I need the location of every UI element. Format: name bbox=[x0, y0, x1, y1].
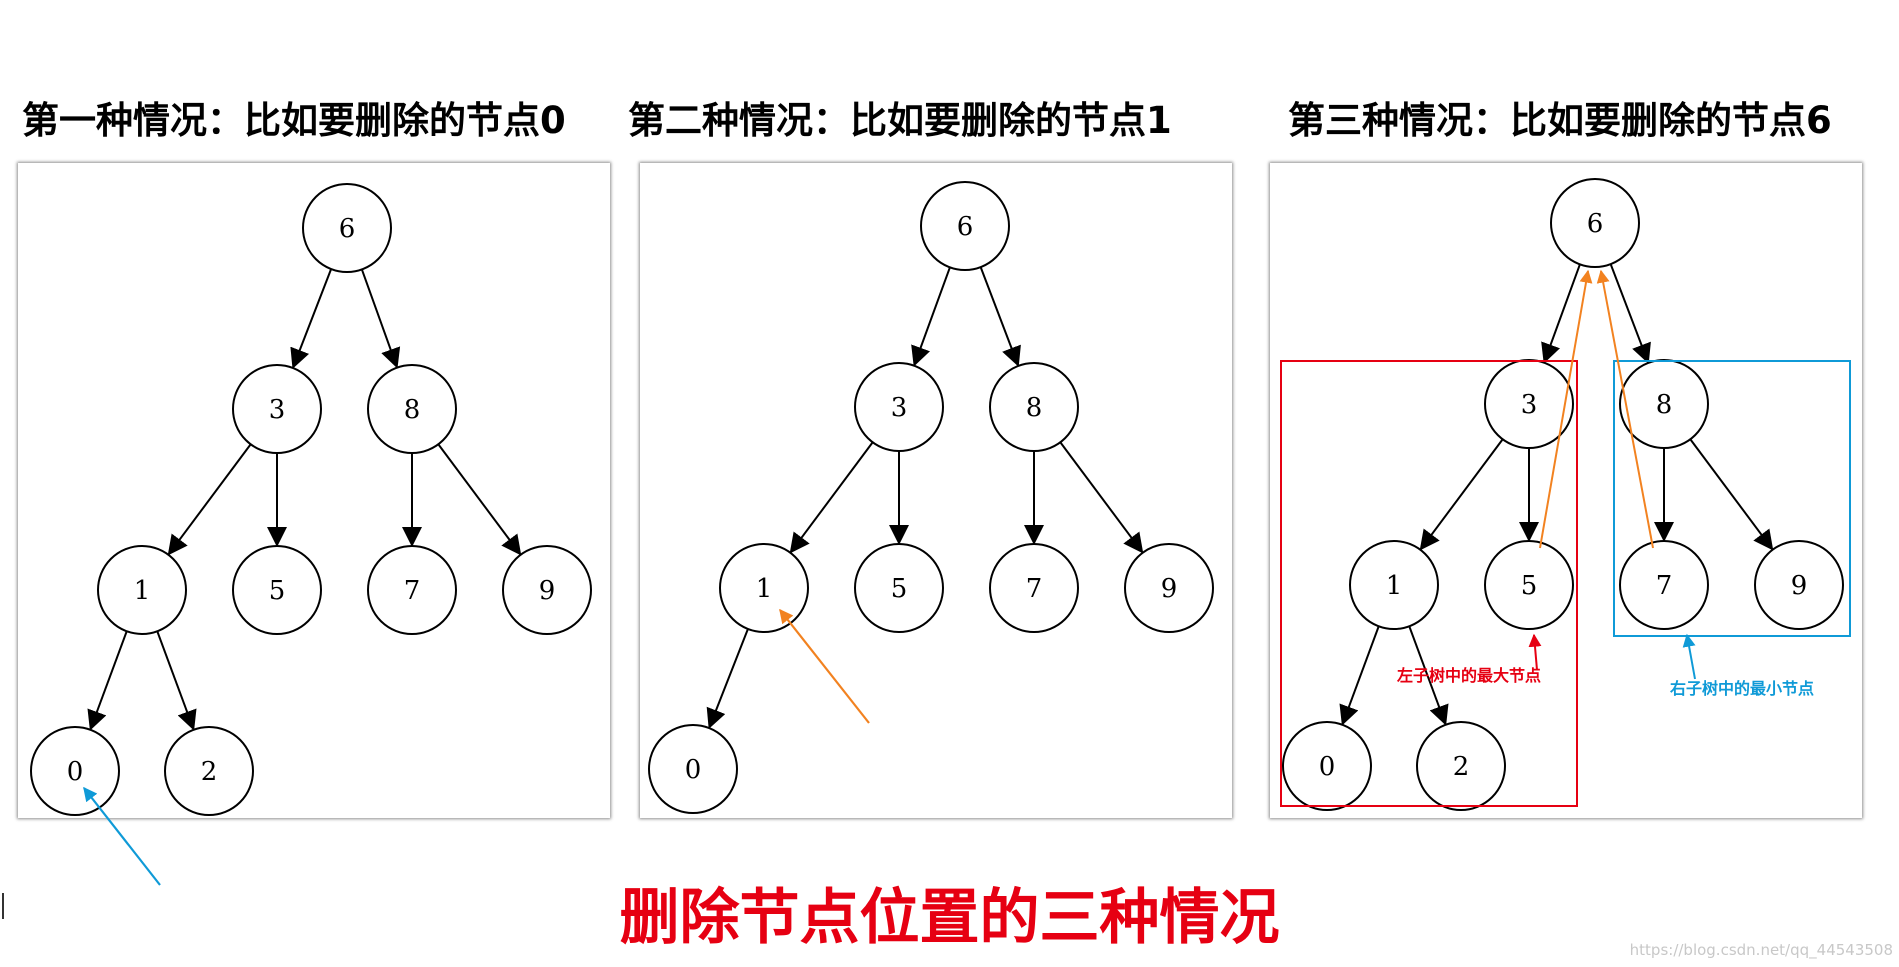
node-label: 1 bbox=[134, 576, 151, 606]
case-title-3: 第三种情况：比如要删除的节点6 bbox=[1288, 99, 1832, 142]
tree-panel-1: 6 3 8 1 5 7 9 0 2 bbox=[18, 163, 610, 886]
tree-node-6: 6 bbox=[920, 181, 1010, 271]
node-label: 3 bbox=[269, 395, 286, 425]
node-label: 0 bbox=[1319, 752, 1336, 782]
tree-node-8: 8 bbox=[989, 362, 1079, 452]
node-label: 9 bbox=[539, 576, 556, 606]
edge-6-8 bbox=[979, 266, 1021, 367]
node-label: 5 bbox=[891, 574, 908, 604]
tree-node-1: 1 bbox=[1349, 540, 1439, 630]
tree-node-5: 5 bbox=[1484, 540, 1574, 630]
watermark: https://blog.csdn.net/qq_44543508 bbox=[1629, 941, 1893, 959]
node-label: 6 bbox=[957, 212, 974, 242]
target-pointer-arrow bbox=[779, 608, 870, 724]
tree-node-2: 2 bbox=[164, 726, 254, 816]
tree-node-0: 0 bbox=[1282, 721, 1372, 811]
node-label: 0 bbox=[685, 755, 702, 785]
node-label: 8 bbox=[1026, 393, 1043, 423]
tree-node-0: 0 bbox=[30, 726, 120, 816]
node-label: 8 bbox=[1656, 390, 1673, 420]
edge-6-3 bbox=[290, 268, 333, 369]
tree-node-6: 6 bbox=[1550, 178, 1640, 268]
node-label: 6 bbox=[1587, 209, 1604, 239]
node-label: 7 bbox=[404, 576, 421, 606]
tree-node-8: 8 bbox=[367, 364, 457, 454]
tree-diagram-3: 6 3 8 1 5 7 9 0 2 左子树中的最大节点右子树中的最小节点 bbox=[1280, 178, 1851, 811]
edge-1-0 bbox=[87, 630, 128, 731]
node-label: 2 bbox=[201, 757, 218, 787]
main-caption: 删除节点位置的三种情况 bbox=[619, 883, 1280, 953]
node-label: 3 bbox=[891, 393, 908, 423]
node-label: 9 bbox=[1161, 574, 1178, 604]
target-pointer-arrow bbox=[83, 786, 161, 886]
edge-6-8 bbox=[360, 269, 401, 369]
tree-node-9: 9 bbox=[1754, 540, 1844, 630]
node-label: 7 bbox=[1656, 571, 1673, 601]
node-label: 0 bbox=[67, 757, 84, 787]
tree-node-7: 7 bbox=[1619, 540, 1709, 630]
tree-node-0: 0 bbox=[648, 724, 738, 814]
min-node-pointer-arrow bbox=[1682, 633, 1696, 680]
case-title-1: 第一种情况：比如要删除的节点0 bbox=[22, 99, 566, 142]
tree-panel-3: 6 3 8 1 5 7 9 0 2 左子树中的最大节点右子树中的最小节点 bbox=[1270, 163, 1862, 818]
tree-node-5: 5 bbox=[232, 545, 322, 635]
tree-node-5: 5 bbox=[854, 543, 944, 633]
tree-node-1: 1 bbox=[97, 545, 187, 635]
tree-node-1: 1 bbox=[719, 543, 809, 633]
tree-node-3: 3 bbox=[232, 364, 322, 454]
node-label: 3 bbox=[1521, 390, 1538, 420]
edge-1-2 bbox=[156, 630, 197, 731]
edge-6-3 bbox=[911, 266, 951, 367]
tree-panel-2: 6 3 8 1 5 7 9 0 bbox=[640, 163, 1232, 818]
tree-node-2: 2 bbox=[1416, 721, 1506, 811]
edge-3-1 bbox=[789, 441, 874, 554]
tree-node-6: 6 bbox=[302, 183, 392, 273]
edge-8-9 bbox=[1689, 438, 1774, 551]
node-label: 7 bbox=[1026, 574, 1043, 604]
tree-node-7: 7 bbox=[989, 543, 1079, 633]
node-label: 2 bbox=[1453, 752, 1470, 782]
tree-diagram-2: 6 3 8 1 5 7 9 0 bbox=[648, 181, 1214, 814]
node-label: 5 bbox=[269, 576, 286, 606]
tree-node-8: 8 bbox=[1619, 359, 1709, 449]
node-label: 9 bbox=[1791, 571, 1808, 601]
edge-3-1 bbox=[1419, 438, 1504, 551]
tree-diagram-1: 6 3 8 1 5 7 9 0 2 bbox=[30, 183, 592, 886]
node-label: 1 bbox=[1386, 571, 1403, 601]
max-node-pointer-arrow bbox=[1528, 633, 1542, 671]
right-subtree-min-label: 右子树中的最小节点 bbox=[1670, 679, 1814, 698]
left-subtree-max-label: 左子树中的最大节点 bbox=[1396, 666, 1541, 685]
edge-8-9 bbox=[437, 443, 522, 556]
node-label: 5 bbox=[1521, 571, 1538, 601]
text-cursor bbox=[2, 893, 4, 919]
node-label: 8 bbox=[404, 395, 421, 425]
edge-1-0 bbox=[706, 628, 749, 729]
edge-1-0 bbox=[1339, 625, 1380, 726]
node-label: 6 bbox=[339, 214, 356, 244]
edge-8-9 bbox=[1059, 441, 1144, 554]
tree-node-7: 7 bbox=[367, 545, 457, 635]
case-title-2: 第二种情况：比如要删除的节点1 bbox=[628, 99, 1172, 142]
tree-node-9: 9 bbox=[1124, 543, 1214, 633]
tree-node-9: 9 bbox=[502, 545, 592, 635]
tree-node-3: 3 bbox=[854, 362, 944, 452]
edge-3-1 bbox=[167, 443, 252, 556]
node-label: 1 bbox=[756, 574, 773, 604]
